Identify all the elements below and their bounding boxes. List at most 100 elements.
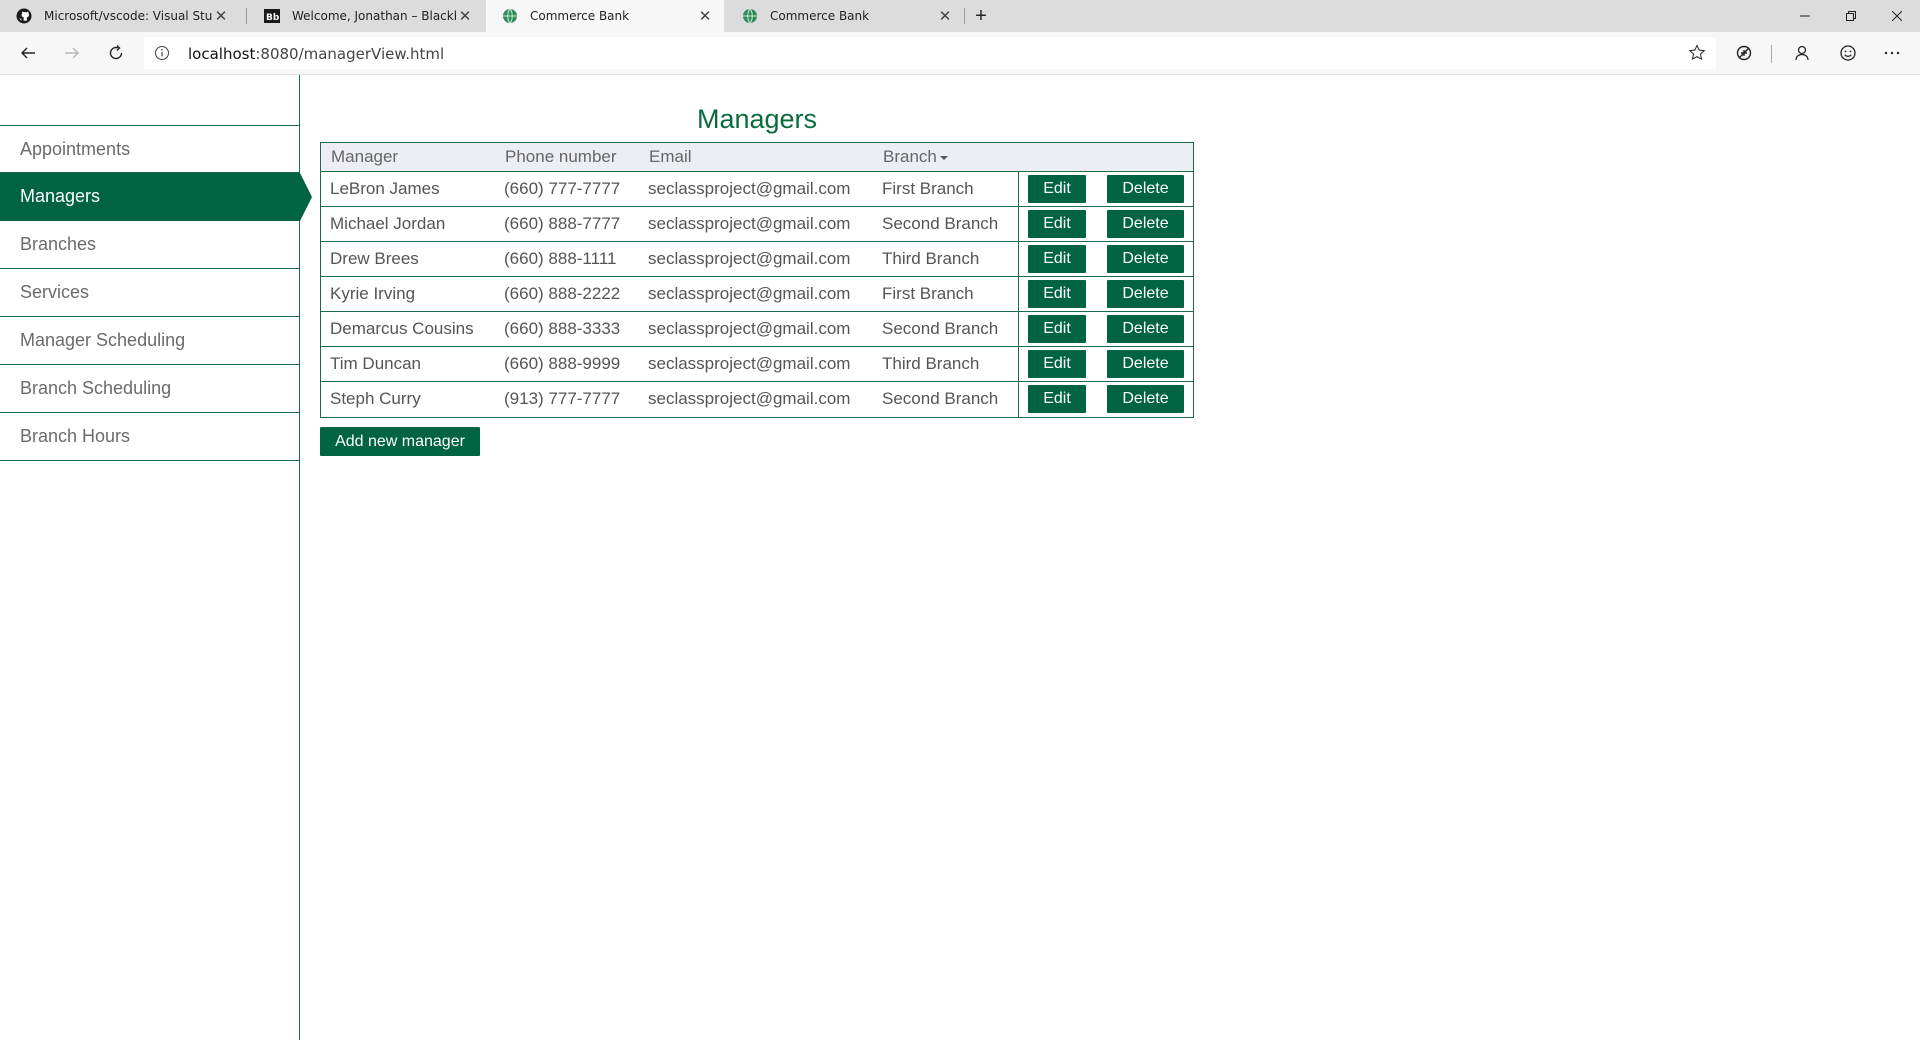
browser-toolbar: localhost:8080/managerView.html — [0, 32, 1920, 75]
minimize-button[interactable] — [1782, 0, 1828, 32]
forward-button[interactable] — [56, 37, 88, 69]
delete-button[interactable]: Delete — [1107, 350, 1184, 378]
column-header-manager[interactable]: Manager — [331, 147, 398, 167]
more-icon — [1884, 51, 1900, 55]
github-icon — [16, 8, 32, 24]
sidebar-item-appointments[interactable]: Appointments — [0, 125, 300, 173]
sidebar: Appointments Managers Branches Services … — [0, 75, 312, 1040]
cell-branch: Second Branch — [882, 214, 999, 233]
cell-branch: Second Branch — [882, 319, 999, 338]
refresh-icon — [109, 45, 123, 60]
edit-button[interactable]: Edit — [1028, 350, 1086, 378]
edit-button[interactable]: Edit — [1028, 385, 1086, 413]
smiley-icon — [1840, 45, 1856, 61]
blackboard-icon: Bb — [264, 8, 280, 24]
url-text[interactable]: localhost:8080/managerView.html — [188, 45, 444, 63]
column-header-branch[interactable]: Branch — [883, 147, 948, 167]
tracking-prevention-icon — [1736, 45, 1752, 61]
sidebar-item-manager-scheduling[interactable]: Manager Scheduling — [0, 317, 300, 365]
favorite-star-icon[interactable] — [1688, 44, 1706, 62]
sidebar-item-managers[interactable]: Managers — [0, 173, 312, 221]
toolbar-divider — [1771, 45, 1772, 63]
column-header-email[interactable]: Email — [649, 147, 692, 167]
table-row: LeBron James (660) 777-7777 seclassproje… — [321, 172, 1193, 207]
delete-button[interactable]: Delete — [1107, 315, 1184, 343]
edit-button[interactable]: Edit — [1028, 210, 1086, 238]
close-icon[interactable]: ✕ — [696, 7, 714, 25]
tab-title: Commerce Bank — [770, 9, 870, 23]
table-row: Drew Brees (660) 888-1111 seclassproject… — [321, 242, 1193, 277]
profile-button[interactable] — [1786, 37, 1818, 69]
cell-manager: LeBron James — [330, 179, 440, 198]
close-icon[interactable]: ✕ — [936, 7, 954, 25]
cell-phone: (660) 888-1111 — [504, 249, 617, 268]
column-header-phone[interactable]: Phone number — [505, 147, 617, 167]
cell-branch: First Branch — [882, 284, 974, 303]
sort-caret-icon — [939, 155, 948, 160]
table-row: Demarcus Cousins (660) 888-3333 seclassp… — [321, 312, 1193, 347]
cell-branch: First Branch — [882, 179, 974, 198]
more-options-button[interactable] — [1876, 37, 1908, 69]
close-window-button[interactable] — [1874, 0, 1920, 32]
cell-phone: (660) 888-3333 — [504, 319, 621, 338]
sidebar-item-branch-hours[interactable]: Branch Hours — [0, 413, 300, 461]
delete-button[interactable]: Delete — [1107, 245, 1184, 273]
browser-tab-commerce-bank-active[interactable]: Commerce Bank ✕ — [486, 0, 724, 32]
cell-manager: Steph Curry — [330, 389, 421, 408]
table-row: Kyrie Irving (660) 888-2222 seclassproje… — [321, 277, 1193, 312]
table-row: Michael Jordan (660) 888-7777 seclasspro… — [321, 207, 1193, 242]
edit-button[interactable]: Edit — [1028, 315, 1086, 343]
feedback-button[interactable] — [1832, 37, 1864, 69]
sidebar-item-services[interactable]: Services — [0, 269, 300, 317]
column-header-branch-label: Branch — [883, 147, 937, 166]
table-header: Manager Phone number Email Branch — [321, 143, 1193, 172]
refresh-button[interactable] — [100, 37, 132, 69]
sidebar-item-branches[interactable]: Branches — [0, 221, 300, 269]
cell-manager: Tim Duncan — [330, 354, 422, 373]
delete-button[interactable]: Delete — [1107, 210, 1184, 238]
globe-icon — [742, 8, 758, 24]
info-icon[interactable] — [154, 45, 170, 61]
edit-button[interactable]: Edit — [1028, 280, 1086, 308]
profile-icon — [1795, 45, 1809, 61]
delete-button[interactable]: Delete — [1107, 175, 1184, 203]
delete-button[interactable]: Delete — [1107, 280, 1184, 308]
table-row: Steph Curry (913) 777-7777 seclassprojec… — [321, 382, 1193, 417]
edit-button[interactable]: Edit — [1028, 245, 1086, 273]
cell-email: seclassproject@gmail.com — [648, 354, 851, 373]
back-arrow-icon — [21, 47, 35, 59]
forward-arrow-icon — [65, 47, 79, 59]
cell-phone: (913) 777-7777 — [504, 389, 621, 408]
back-button[interactable] — [12, 37, 44, 69]
new-tab-button[interactable]: + — [966, 0, 996, 32]
cell-phone: (660) 888-9999 — [504, 354, 621, 373]
tab-title: Commerce Bank — [530, 9, 630, 23]
cell-manager: Michael Jordan — [330, 214, 446, 233]
svg-text:Bb: Bb — [266, 13, 280, 23]
browser-tab-vscode[interactable]: Microsoft/vscode: Visual Studio C ✕ — [0, 0, 240, 32]
reading-view-button[interactable] — [1728, 37, 1760, 69]
managers-table: Manager Phone number Email Branch LeBron… — [320, 142, 1194, 418]
page-title: Managers — [696, 104, 818, 134]
browser-tab-strip: Microsoft/vscode: Visual Studio C ✕ Bb W… — [0, 0, 1920, 32]
cell-branch: Second Branch — [882, 389, 999, 408]
cell-branch: Third Branch — [882, 354, 980, 373]
cell-email: seclassproject@gmail.com — [648, 319, 851, 338]
globe-icon — [502, 8, 518, 24]
add-new-manager-button[interactable]: Add new manager — [320, 427, 480, 456]
address-bar[interactable]: localhost:8080/managerView.html — [144, 37, 1716, 69]
cell-email: seclassproject@gmail.com — [648, 214, 851, 233]
close-icon[interactable]: ✕ — [456, 7, 474, 25]
close-icon[interactable]: ✕ — [212, 7, 230, 25]
browser-tab-commerce-bank[interactable]: Commerce Bank ✕ — [726, 0, 964, 32]
tab-divider — [964, 8, 965, 24]
sidebar-item-branch-scheduling[interactable]: Branch Scheduling — [0, 365, 300, 413]
restore-button[interactable] — [1828, 0, 1874, 32]
url-host: localhost — [188, 45, 256, 63]
tab-title: Welcome, Jonathan – Blackboard — [292, 9, 456, 23]
cell-manager: Demarcus Cousins — [330, 319, 474, 338]
edit-button[interactable]: Edit — [1028, 175, 1086, 203]
cell-manager: Drew Brees — [330, 249, 419, 268]
delete-button[interactable]: Delete — [1107, 385, 1184, 413]
browser-tab-blackboard[interactable]: Bb Welcome, Jonathan – Blackboard ✕ — [248, 0, 484, 32]
